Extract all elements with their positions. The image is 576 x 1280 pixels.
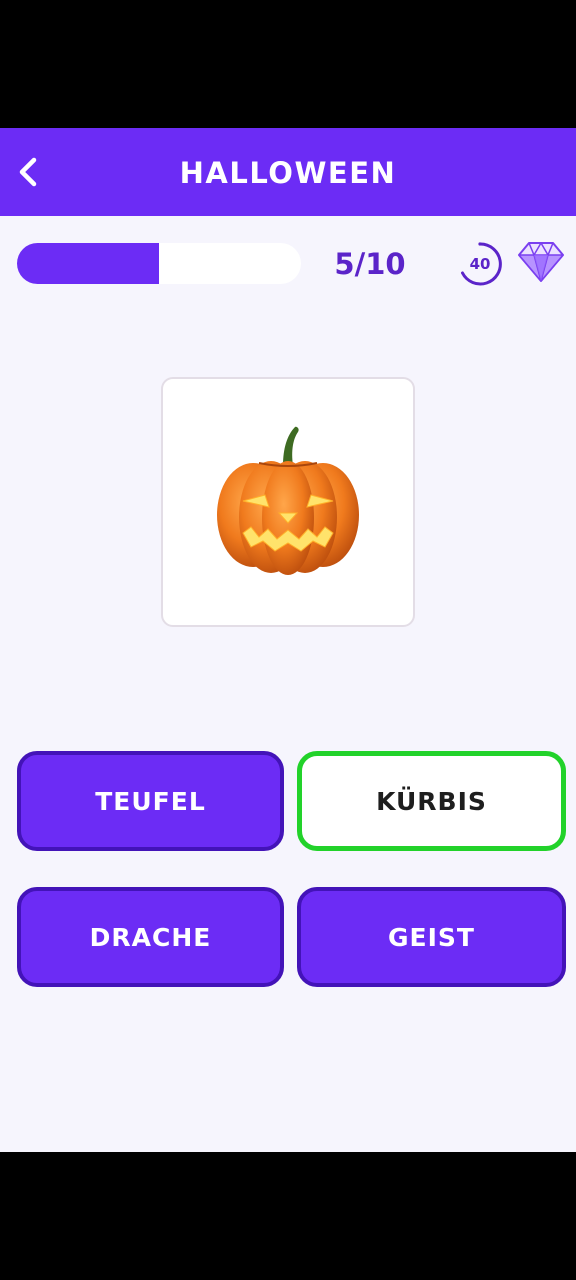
answer-option-2[interactable]: KÜRBIS [297, 751, 566, 851]
answer-option-4[interactable]: GEIST [297, 887, 566, 987]
timer-value: 40 [469, 255, 491, 273]
progress-bar [17, 243, 301, 284]
diamond-icon[interactable] [517, 240, 565, 284]
navigation-bar [0, 1152, 576, 1280]
status-bar [0, 0, 576, 128]
page-title: HALLOWEEN [179, 156, 397, 190]
countdown-timer: 40 [456, 240, 504, 288]
quiz-screen: HALLOWEEN 5/10 40 TEUFEL KÜRBIS DRACHE G… [0, 128, 576, 1152]
jack-o-lantern-pumpkin-image [217, 426, 359, 575]
answer-option-3[interactable]: DRACHE [17, 887, 284, 987]
top-app-bar: HALLOWEEN [0, 128, 576, 216]
progress-fill [17, 243, 159, 284]
question-image-card [161, 377, 415, 627]
progress-count: 5/10 [334, 247, 406, 281]
answer-option-1[interactable]: TEUFEL [17, 751, 284, 851]
